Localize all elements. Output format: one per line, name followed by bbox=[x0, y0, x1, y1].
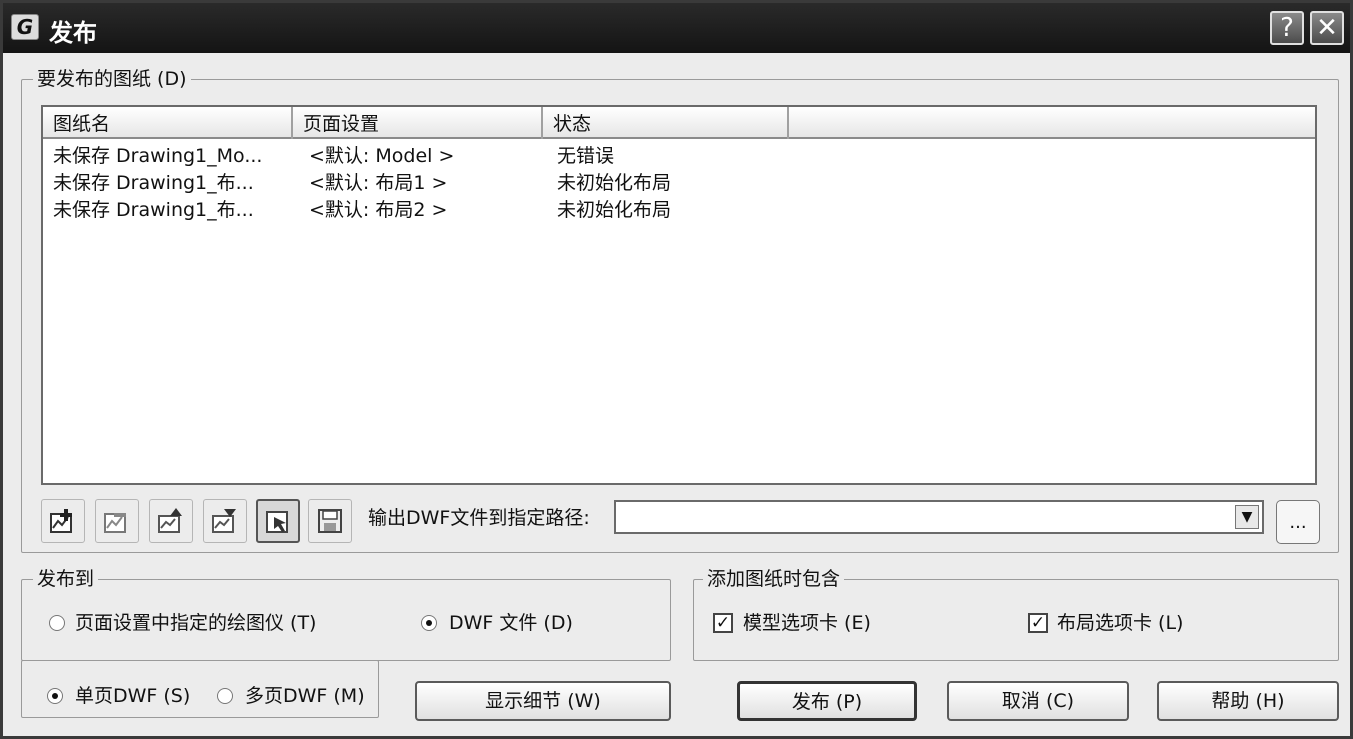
sheet-name-cell: 未保存 Drawing1_布... bbox=[53, 199, 254, 221]
publish-to-label: 发布到 bbox=[33, 568, 99, 590]
model-tab-label[interactable]: 模型选项卡 (E) bbox=[743, 612, 871, 634]
publish-dialog: G 发布 ? ✕ 要发布的图纸 (D) 图纸名 页面设置 状态 未保存 Draw… bbox=[0, 0, 1353, 739]
remove-sheets-icon bbox=[104, 513, 126, 533]
preview-button[interactable] bbox=[256, 499, 300, 543]
sheets-group-label: 要发布的图纸 (D) bbox=[33, 68, 191, 90]
add-sheets-icon bbox=[50, 509, 72, 533]
page-setup-cell: <默认: Model > bbox=[309, 145, 455, 167]
status-cell: 无错误 bbox=[557, 145, 615, 167]
column-sheet-name[interactable]: 图纸名 bbox=[43, 107, 293, 139]
sheets-list[interactable]: 图纸名 页面设置 状态 未保存 Drawing1_Mo... <默认: Mode… bbox=[41, 105, 1317, 485]
model-tab-checkbox[interactable]: ✓ bbox=[713, 613, 733, 633]
table-row[interactable]: 未保存 Drawing1_布... <默认: 布局1 > 未初始化布局 bbox=[43, 170, 1315, 197]
move-down-icon bbox=[212, 509, 236, 533]
app-icon: G bbox=[11, 14, 39, 40]
status-cell: 未初始化布局 bbox=[557, 172, 672, 194]
sheet-name-cell: 未保存 Drawing1_Mo... bbox=[53, 145, 263, 167]
remove-sheets-button[interactable] bbox=[95, 499, 139, 543]
table-row[interactable]: 未保存 Drawing1_Mo... <默认: Model > 无错误 bbox=[43, 143, 1315, 170]
single-sheet-dwf-radio[interactable] bbox=[47, 688, 63, 704]
status-cell: 未初始化布局 bbox=[557, 199, 672, 221]
plotter-option-label[interactable]: 页面设置中指定的绘图仪 (T) bbox=[75, 612, 316, 634]
plotter-radio[interactable] bbox=[49, 615, 65, 631]
layout-tab-checkbox[interactable]: ✓ bbox=[1028, 613, 1048, 633]
single-sheet-dwf-label[interactable]: 单页DWF (S) bbox=[75, 685, 190, 707]
multi-sheet-dwf-label[interactable]: 多页DWF (M) bbox=[245, 685, 365, 707]
multi-sheet-dwf-radio[interactable] bbox=[217, 688, 233, 704]
move-up-icon bbox=[158, 508, 182, 533]
list-header: 图纸名 页面设置 状态 bbox=[43, 107, 1315, 139]
table-row[interactable]: 未保存 Drawing1_布... <默认: 布局2 > 未初始化布局 bbox=[43, 197, 1315, 224]
save-list-icon bbox=[318, 509, 342, 533]
help-title-button[interactable]: ? bbox=[1270, 11, 1304, 45]
window-title: 发布 bbox=[49, 19, 97, 47]
column-page-setup[interactable]: 页面设置 bbox=[293, 107, 543, 139]
cancel-button[interactable]: 取消 (C) bbox=[947, 681, 1129, 721]
preview-icon bbox=[266, 511, 288, 533]
output-path-combobox[interactable]: ▼ bbox=[614, 500, 1264, 534]
dwf-file-radio[interactable] bbox=[421, 615, 437, 631]
move-up-button[interactable] bbox=[149, 499, 193, 543]
move-down-button[interactable] bbox=[203, 499, 247, 543]
page-setup-cell: <默认: 布局2 > bbox=[309, 199, 448, 221]
column-status[interactable]: 状态 bbox=[543, 107, 789, 139]
title-bar: G 发布 ? ✕ bbox=[3, 3, 1350, 53]
output-path-label: 输出DWF文件到指定路径: bbox=[368, 507, 590, 529]
show-details-button[interactable]: 显示细节 (W) bbox=[415, 681, 671, 721]
save-list-button[interactable] bbox=[308, 499, 352, 543]
add-sheets-button[interactable] bbox=[41, 499, 85, 543]
include-group-label: 添加图纸时包含 bbox=[703, 568, 845, 590]
dwf-file-option-label[interactable]: DWF 文件 (D) bbox=[449, 612, 573, 634]
layout-tab-label[interactable]: 布局选项卡 (L) bbox=[1057, 612, 1183, 634]
browse-button[interactable]: ... bbox=[1276, 500, 1320, 544]
sheet-name-cell: 未保存 Drawing1_布... bbox=[53, 172, 254, 194]
help-button[interactable]: 帮助 (H) bbox=[1157, 681, 1339, 721]
page-setup-cell: <默认: 布局1 > bbox=[309, 172, 448, 194]
publish-button[interactable]: 发布 (P) bbox=[737, 681, 917, 721]
close-button[interactable]: ✕ bbox=[1310, 11, 1344, 45]
chevron-down-icon[interactable]: ▼ bbox=[1235, 505, 1259, 529]
